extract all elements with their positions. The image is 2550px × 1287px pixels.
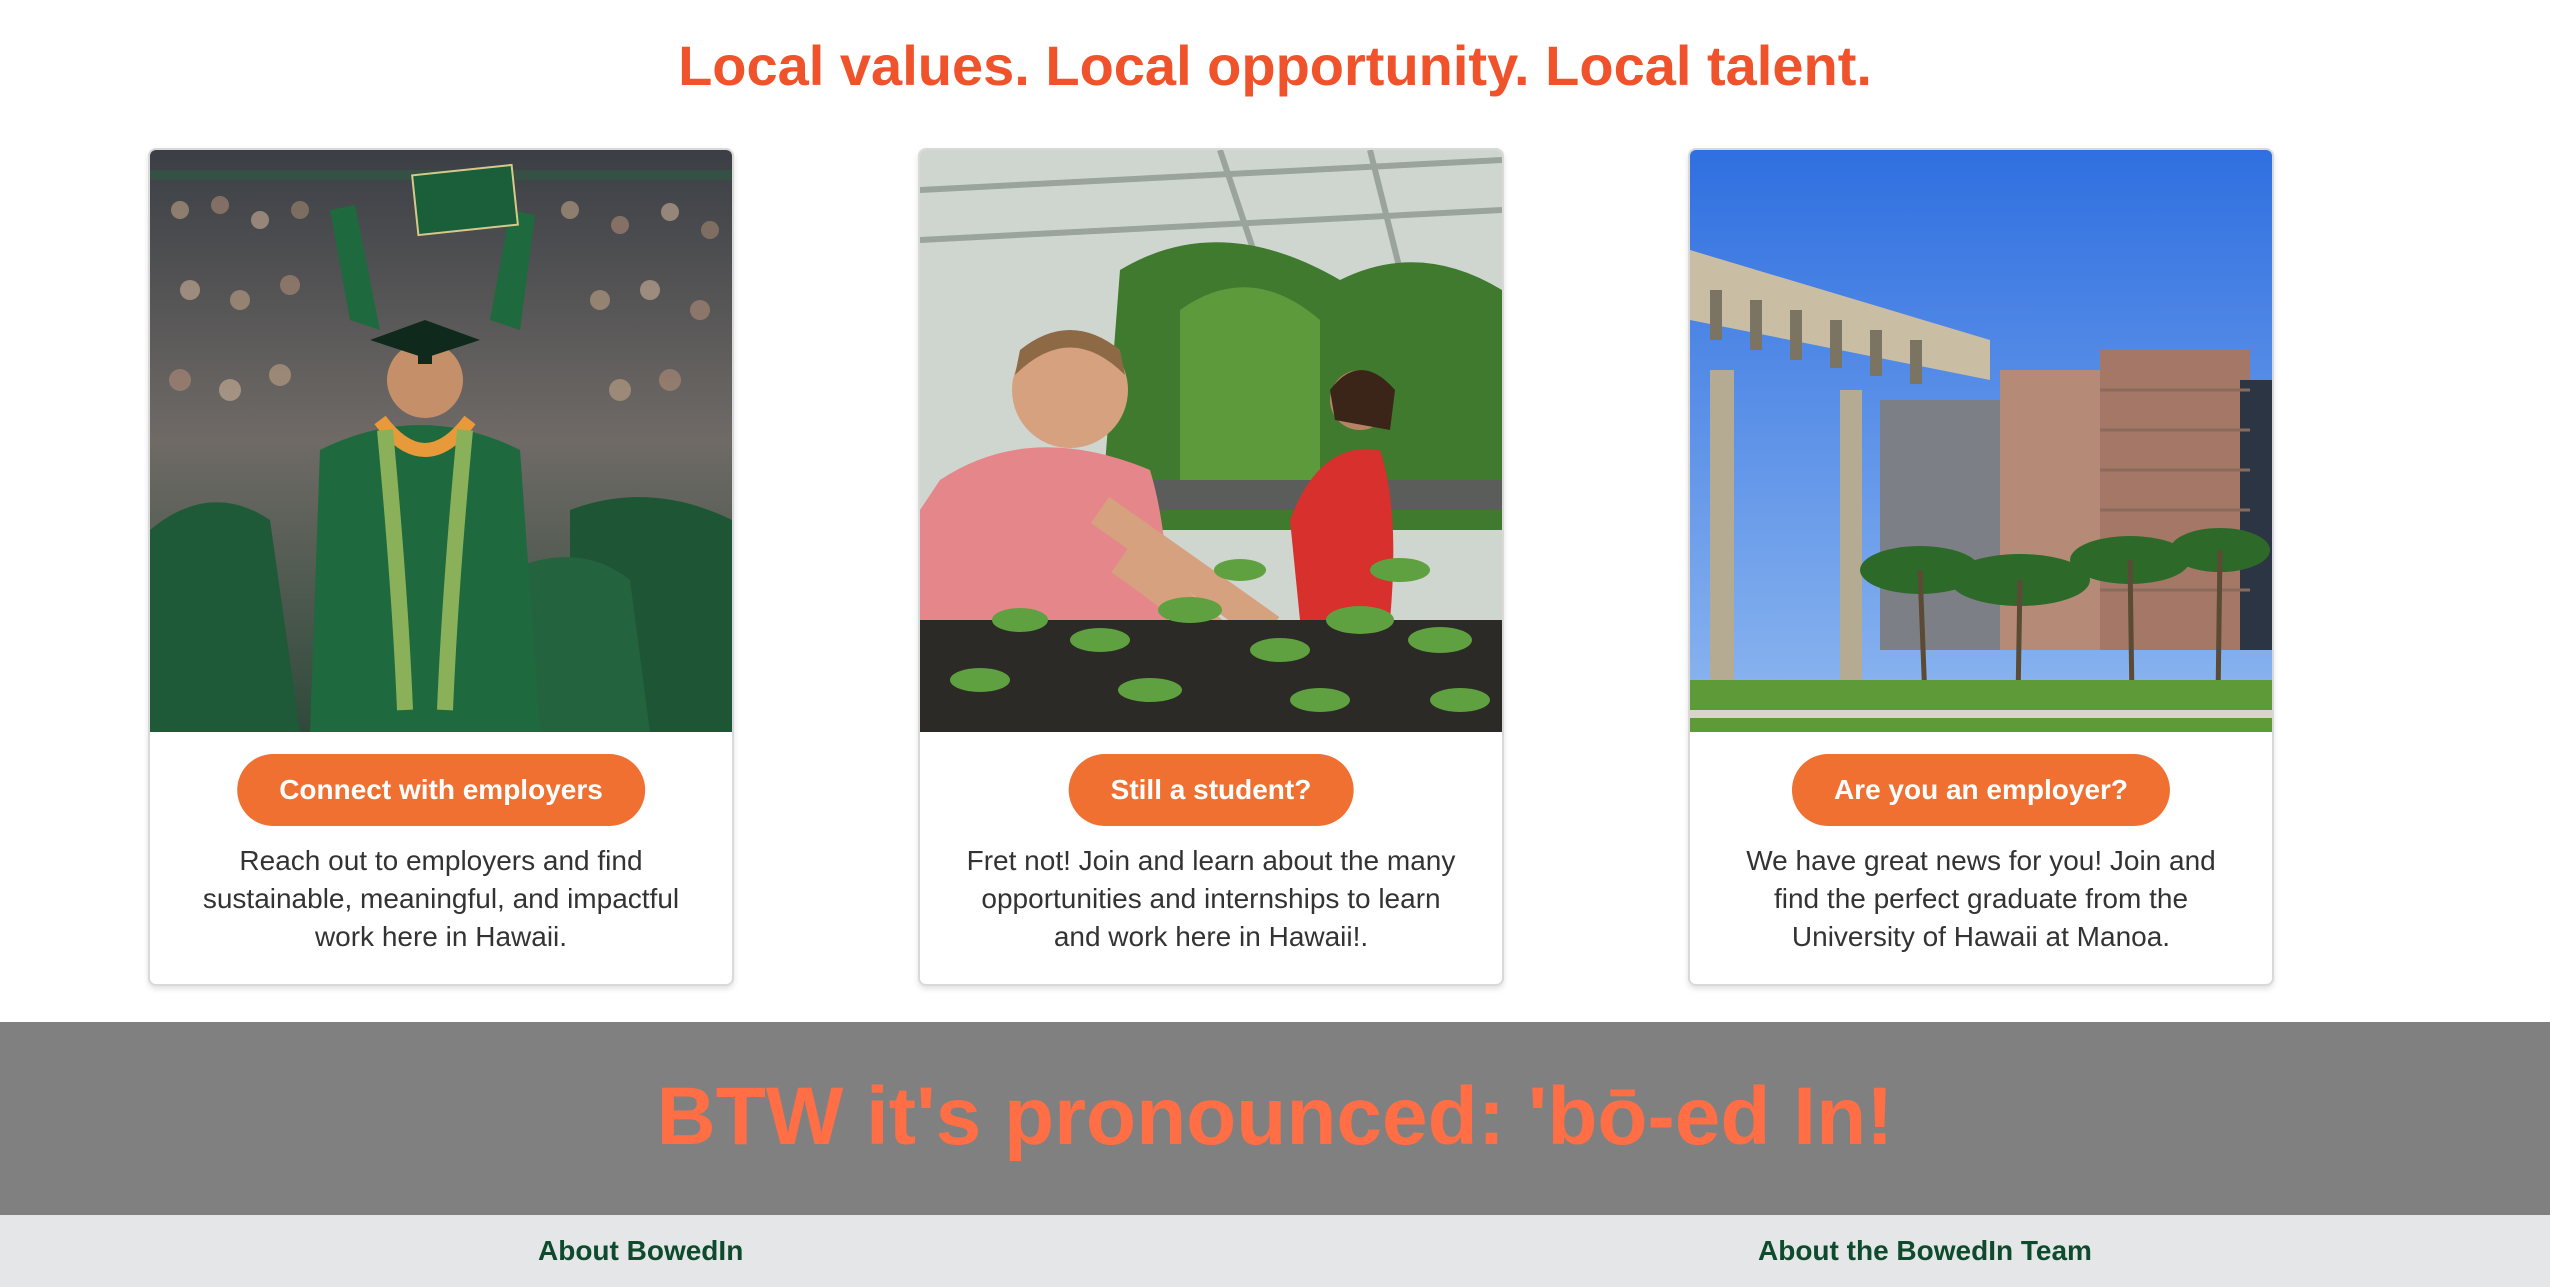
about-bowedin-link[interactable]: About BowedIn — [538, 1233, 743, 1269]
card-student: Still a student? Fret not! Join and lear… — [918, 148, 1504, 986]
page: Local values. Local opportunity. Local t… — [0, 0, 2550, 1287]
pronunciation-text: BTW it's pronounced: 'bō-ed In! — [656, 1071, 1894, 1162]
honolulu-buildings-photo — [1690, 150, 2272, 732]
card-description: Reach out to employers and find sustaina… — [202, 845, 680, 952]
still-student-button[interactable]: Still a student? — [1068, 754, 1354, 826]
employer-button[interactable]: Are you an employer? — [1791, 754, 2171, 826]
pronunciation-banner: BTW it's pronounced: 'bō-ed In! — [0, 1022, 2550, 1215]
connect-employers-button[interactable]: Connect with employers — [237, 754, 645, 826]
greenhouse-research-photo — [920, 150, 1502, 732]
card-description: We have great news for you! Join and fin… — [1746, 845, 2216, 952]
about-team-link[interactable]: About the BowedIn Team — [1758, 1233, 2092, 1269]
footer: About BowedIn About the BowedIn Team — [0, 1215, 2550, 1287]
card-connect-employers: Connect with employers Reach out to empl… — [148, 148, 734, 986]
graduation-photo — [150, 150, 732, 732]
card-employer: Are you an employer? We have great news … — [1688, 148, 2274, 986]
card-description: Fret not! Join and learn about the many … — [966, 845, 1456, 952]
page-headline: Local values. Local opportunity. Local t… — [678, 34, 1872, 97]
